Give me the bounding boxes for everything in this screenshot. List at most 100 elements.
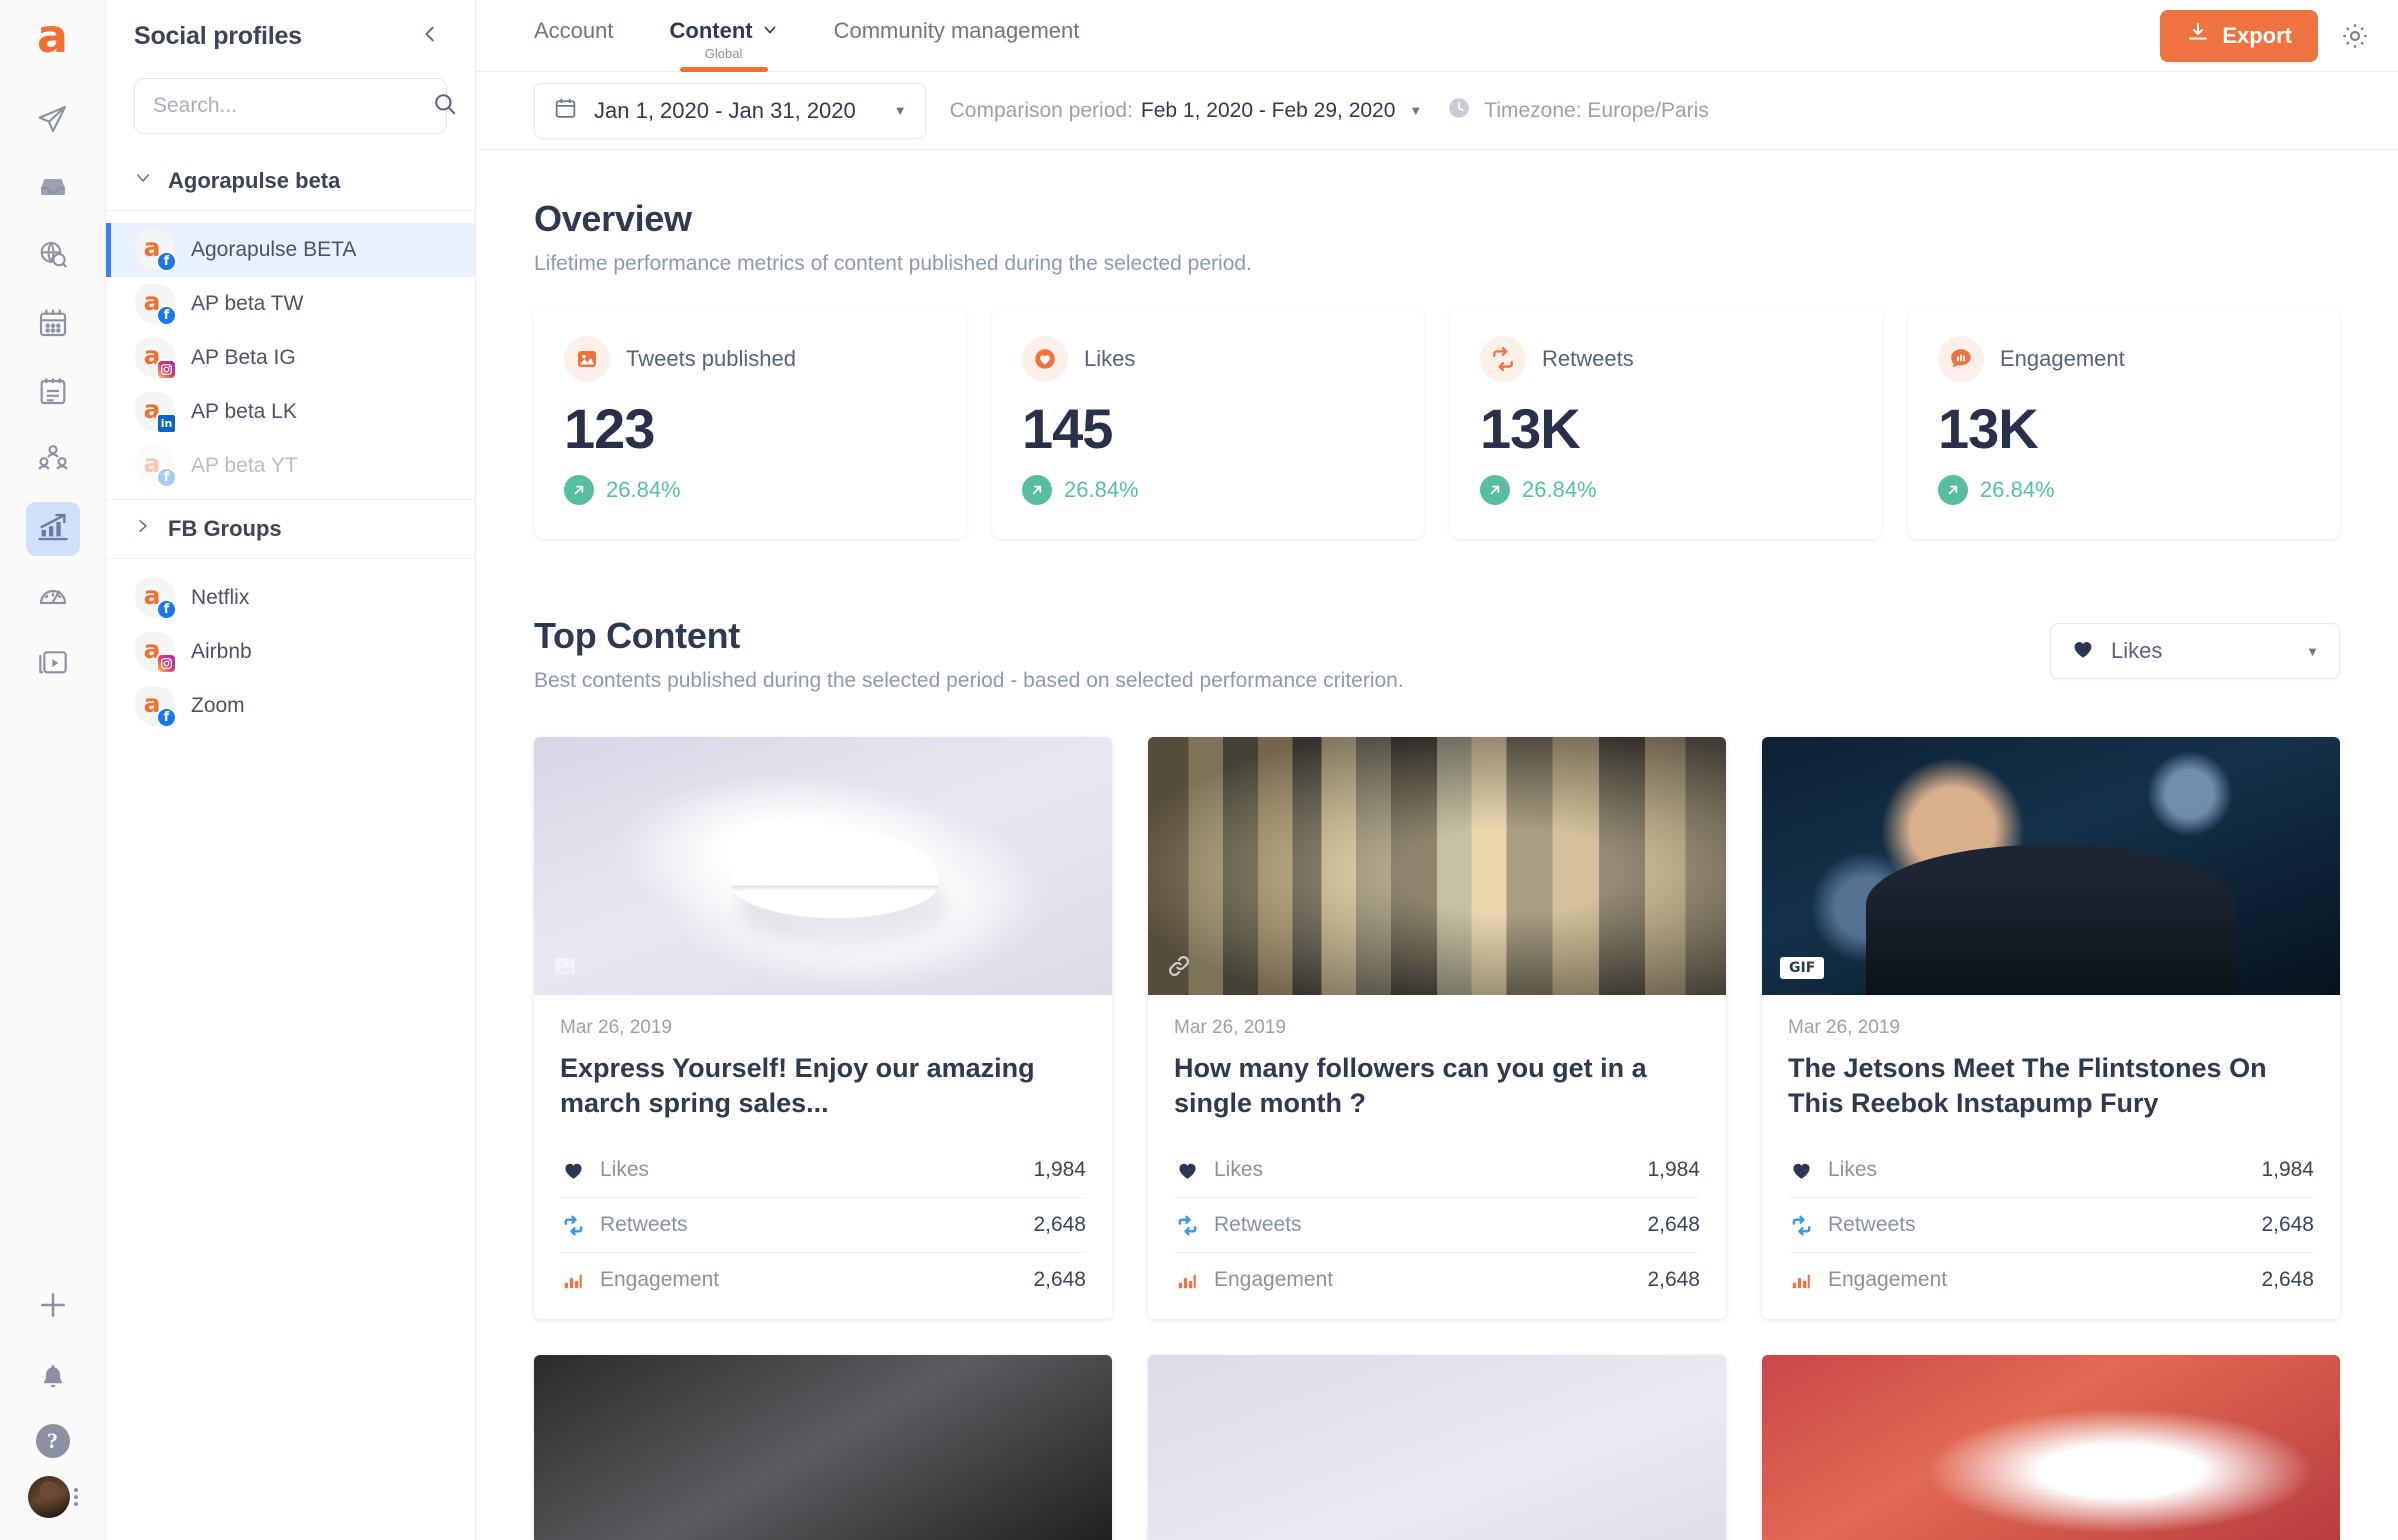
criterion-label: Likes (2111, 638, 2163, 663)
add-button[interactable] (26, 1280, 80, 1334)
calendar-icon (553, 96, 578, 126)
tab-label-wrap: Content (670, 18, 778, 44)
chevron-down-icon[interactable]: ▼ (1409, 103, 1422, 118)
post-card[interactable]: GIF Mar 26, 2019 The Jetsons Meet The Fl… (1762, 737, 2340, 1319)
profile-item-agorapulse-beta[interactable]: a f Agorapulse BETA (106, 223, 475, 277)
post-thumbnail[interactable] (1148, 1355, 1726, 1540)
nav-reports[interactable] (26, 366, 80, 420)
post-metric-label: Retweets (600, 1213, 688, 1236)
metric-value: 13K (1480, 397, 1581, 460)
comparison-period-selector[interactable]: Comparison period: Feb 1, 2020 - Feb 29,… (950, 99, 1423, 123)
post-thumbnail[interactable] (534, 737, 1112, 995)
top-navigation: Account Content Global Community managem… (476, 0, 2398, 72)
export-button[interactable]: Export (2160, 10, 2318, 62)
search-icon[interactable] (432, 91, 458, 122)
post-card[interactable] (1148, 1355, 1726, 1540)
profile-label: Netflix (191, 586, 250, 609)
profile-item-ap-beta-tw[interactable]: a f AP beta TW (106, 277, 475, 331)
profile-item-ap-beta-ig[interactable]: a AP Beta IG (106, 331, 475, 385)
post-metric-value: 1,984 (1647, 1158, 1700, 1181)
timezone-display: Timezone: Europe/Paris (1446, 95, 1709, 127)
gear-icon[interactable] (2340, 21, 2370, 51)
post-thumbnail[interactable] (1762, 1355, 2340, 1540)
search-container (106, 72, 475, 152)
post-metric-value: 1,984 (2261, 1158, 2314, 1181)
retweet-icon (560, 1214, 586, 1237)
nav-rail-bottom: ? (26, 1280, 80, 1540)
metric-label: Likes (1084, 346, 1136, 371)
tab-sublabel: Global (704, 46, 743, 61)
search-box[interactable] (134, 78, 456, 134)
post-metric-label: Engagement (1828, 1268, 1948, 1291)
metric-label: Tweets published (626, 346, 796, 371)
nav-users[interactable] (26, 434, 80, 488)
group-fb-groups[interactable]: FB Groups (106, 499, 475, 559)
comparison-label: Comparison period: (949, 98, 1133, 122)
profile-avatar: a (135, 338, 177, 380)
nav-analytics[interactable] (25, 502, 80, 556)
post-metric-row: Engagement 2,648 (1174, 1252, 1700, 1307)
sidebar-title: Social profiles (134, 21, 302, 50)
post-thumbnail[interactable] (534, 1355, 1112, 1540)
search-input[interactable] (153, 94, 424, 118)
user-menu[interactable] (27, 1476, 78, 1518)
metric-header: Engagement (1938, 336, 2310, 382)
post-metric-label: Retweets (1214, 1213, 1302, 1236)
metric-value: 13K (1938, 397, 2039, 460)
group-agorapulse-beta[interactable]: Agorapulse beta (106, 152, 475, 211)
post-metric-value: 2,648 (1647, 1213, 1700, 1236)
nav-listening[interactable] (26, 230, 80, 284)
post-date: Mar 26, 2019 (1788, 1017, 1900, 1038)
post-thumbnail[interactable]: GIF (1762, 737, 2340, 995)
download-icon (2186, 21, 2210, 51)
post-card[interactable] (1762, 1355, 2340, 1540)
profile-item-ap-beta-lk[interactable]: a in AP beta LK (106, 385, 475, 439)
avatar[interactable] (27, 1476, 70, 1518)
post-card[interactable]: Mar 26, 2019 Express Yourself! Enjoy our… (534, 737, 1112, 1319)
trend-up-icon (1022, 475, 1052, 505)
tab-account[interactable]: Account (534, 0, 614, 72)
post-metric-label: Likes (1214, 1158, 1264, 1181)
date-range-picker[interactable]: Jan 1, 2020 - Jan 31, 2020 ▼ (534, 82, 926, 139)
top-content-grid-row2 (534, 1355, 2340, 1540)
post-metric-label: Retweets (1828, 1213, 1916, 1236)
metric-card-list: Tweets published 123 26.84% Likes 145 26… (534, 308, 2340, 539)
trend-value: 26.84% (1522, 477, 1597, 502)
overview-subtitle: Lifetime performance metrics of content … (534, 252, 1252, 275)
post-date: Mar 26, 2019 (1174, 1017, 1286, 1038)
kebab-menu-icon[interactable] (73, 1488, 78, 1506)
video-library-icon (37, 647, 69, 684)
plus-icon (37, 1289, 69, 1326)
other-profile-list: a f Netflix a Airbnb a f Zoom (106, 559, 475, 739)
post-card[interactable]: Mar 26, 2019 How many followers can you … (1148, 737, 1726, 1319)
nav-library[interactable] (26, 638, 80, 692)
chevron-down-icon[interactable]: ▼ (894, 103, 907, 118)
nav-calendar[interactable] (26, 298, 80, 352)
chevron-down-icon[interactable] (762, 18, 778, 44)
help-button[interactable]: ? (35, 1424, 70, 1458)
chevron-left-icon[interactable] (419, 23, 441, 49)
export-label: Export (2222, 23, 2292, 48)
profile-item-airbnb[interactable]: a Airbnb (106, 625, 475, 679)
profile-label: AP beta LK (191, 400, 297, 423)
tab-content[interactable]: Content Global (670, 0, 778, 72)
chevron-down-icon[interactable]: ▼ (2306, 644, 2319, 659)
post-card[interactable] (534, 1355, 1112, 1540)
notifications-button[interactable] (26, 1352, 80, 1406)
profile-avatar: a (135, 632, 177, 674)
post-thumbnail[interactable] (1148, 737, 1726, 995)
nav-publish[interactable] (26, 94, 80, 148)
chevron-right-icon (134, 517, 150, 541)
profile-item-netflix[interactable]: a f Netflix (106, 571, 475, 625)
nav-monitoring[interactable] (26, 570, 80, 624)
logo[interactable]: a (0, 0, 105, 72)
profile-label: Zoom (191, 694, 245, 717)
profile-item-ap-beta-yt[interactable]: a f AP beta YT (106, 439, 475, 493)
criterion-select[interactable]: Likes ▼ (2050, 623, 2340, 679)
overview-header: Overview Lifetime performance metrics of… (534, 150, 2340, 276)
nav-inbox[interactable] (26, 162, 80, 216)
paper-plane-icon (37, 103, 69, 140)
tab-community-management[interactable]: Community management (834, 0, 1080, 72)
profile-item-zoom[interactable]: a f Zoom (106, 679, 475, 733)
metric-trend: 26.84% (564, 475, 936, 505)
